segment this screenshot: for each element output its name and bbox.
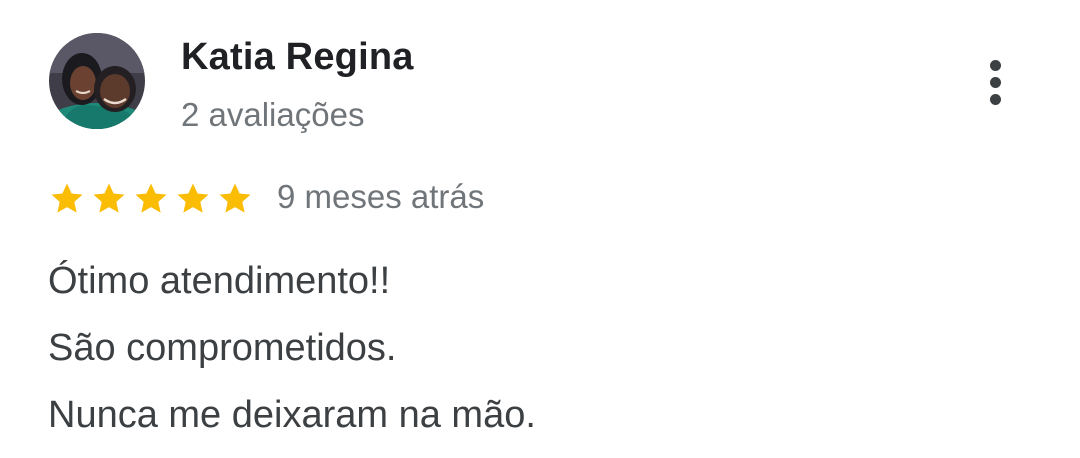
avatar-photo: [49, 33, 145, 129]
reviewer-name[interactable]: Katia Regina: [181, 36, 414, 79]
star-icon: [135, 183, 167, 213]
more-vert-icon-dot: [990, 77, 1001, 88]
reviewer-avatar[interactable]: [49, 33, 145, 129]
more-vert-icon-dot: [990, 94, 1001, 105]
reviewer-review-count: 2 avaliações: [181, 96, 365, 133]
review-time: 9 meses atrás: [277, 178, 485, 215]
star-icon: [51, 183, 83, 213]
review-text: Ótimo atendimento!! São comprometidos. N…: [48, 248, 536, 449]
review-text-line: São comprometidos.: [48, 327, 397, 369]
review-text-line: Ótimo atendimento!!: [48, 260, 391, 302]
star-rating: [48, 180, 254, 220]
star-icon: [219, 183, 251, 213]
more-options-button[interactable]: [972, 54, 1020, 110]
more-vert-icon: [990, 60, 1001, 71]
star-icon: [93, 183, 125, 213]
star-icon: [177, 183, 209, 213]
review-text-line: Nunca me deixaram na mão.: [48, 394, 536, 436]
review-card: Katia Regina 2 avaliações 9 meses atrás …: [0, 0, 1080, 458]
